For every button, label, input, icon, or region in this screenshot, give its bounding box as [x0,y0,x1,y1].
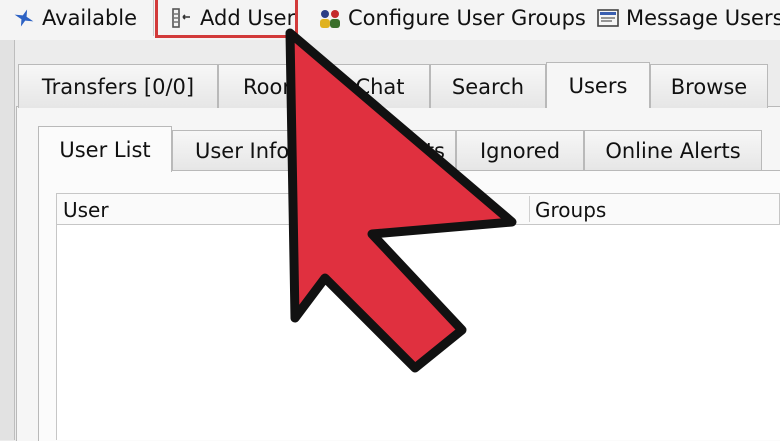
column-divider[interactable] [529,196,530,222]
window-left-edge [0,40,15,440]
tab-rooms[interactable]: Rooms [218,64,330,108]
tab-user-info[interactable]: User Info [172,130,314,170]
tab-chat[interactable]: Chat [330,64,430,108]
tab-online-alerts-label: Online Alerts [605,138,741,163]
available-button[interactable]: Available [12,0,137,36]
tab-search[interactable]: Search [430,64,546,108]
tab-interests-label: Interests [353,138,445,163]
configure-user-groups-label: Configure User Groups [348,6,586,30]
user-table-header: User Groups [56,193,780,225]
tab-ignored[interactable]: Ignored [456,130,584,170]
user-groups-icon [320,10,340,28]
tab-users[interactable]: Users [546,62,650,108]
tab-search-label: Search [451,74,525,99]
column-groups-label: Groups [535,198,607,222]
tab-transfers-label: Transfers [0/0] [41,74,195,99]
tab-user-list[interactable]: User List [38,126,172,172]
toolbar-separator [153,0,154,36]
plane-icon [14,9,34,27]
message-users-label: Message Users [626,6,780,30]
tab-interests[interactable]: Interests [314,130,456,170]
toolbar: Available Add User Configure User Groups [0,0,780,40]
column-header-groups[interactable]: Groups [535,194,606,224]
tab-ignored-label: Ignored [479,138,561,163]
available-label: Available [42,6,138,30]
tab-rooms-label: Rooms [243,74,314,99]
tab-chat-label: Chat [355,74,405,99]
highlight-box [155,0,298,38]
message-users-button[interactable]: Message Users [596,0,780,36]
user-table-body[interactable] [56,225,780,440]
column-header-user[interactable]: User [63,194,109,224]
tab-browse-label: Browse [670,74,748,99]
column-user-label: User [63,198,109,222]
configure-user-groups-button[interactable]: Configure User Groups [318,0,586,36]
tab-user-info-label: User Info [195,138,290,163]
tab-transfers[interactable]: Transfers [0/0] [18,64,218,108]
tab-user-list-label: User List [59,137,151,162]
tab-browse[interactable]: Browse [650,64,768,108]
tab-online-alerts[interactable]: Online Alerts [584,130,762,170]
message-icon [597,9,619,27]
tab-users-label: Users [568,73,628,98]
